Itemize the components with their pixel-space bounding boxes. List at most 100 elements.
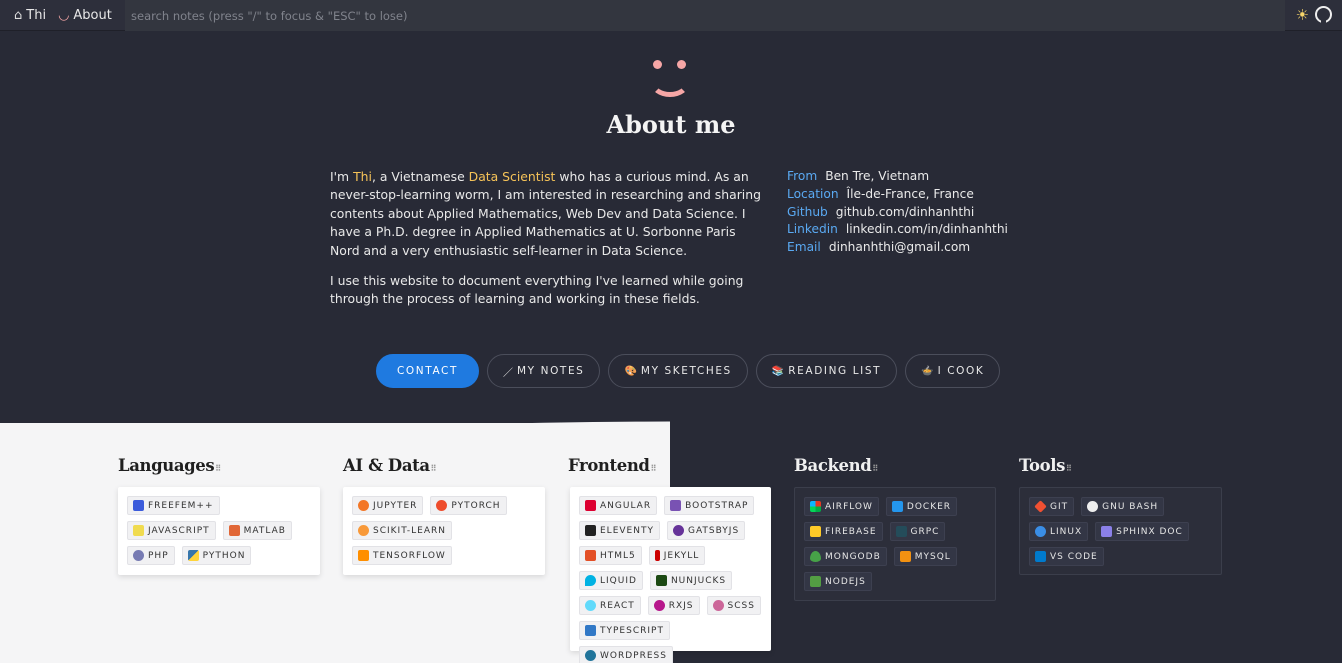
- tag-airflow[interactable]: AIRFLOW: [804, 497, 879, 516]
- bootstrap-icon: [670, 500, 682, 511]
- tag-label: RXJS: [668, 600, 694, 611]
- tag-rxjs[interactable]: RXJS: [647, 596, 700, 615]
- my-sketches-button[interactable]: 🎨 MY SKETCHES: [608, 354, 748, 388]
- tag-angular[interactable]: ANGULAR: [579, 496, 658, 515]
- tag-grpc[interactable]: GRPC: [889, 522, 946, 541]
- tag-gatsbyjs[interactable]: GATSBYJS: [666, 521, 746, 540]
- info-row-github: Github github.com/dinhanhthi: [787, 204, 1008, 222]
- tag-linux[interactable]: LINUX: [1029, 522, 1089, 541]
- tag-label: WORDPRESS: [600, 650, 667, 661]
- my-notes-button[interactable]: ／ MY NOTES: [487, 354, 601, 388]
- tag-eleventy[interactable]: ELEVENTY: [579, 521, 660, 540]
- tag-react[interactable]: REACT: [579, 596, 641, 615]
- info-value[interactable]: dinhanhthi@gmail.com: [829, 240, 970, 254]
- tag-python[interactable]: PYTHON: [181, 546, 252, 565]
- home-link[interactable]: ⌂ Thi: [0, 0, 52, 31]
- tag-label: NODEJS: [825, 576, 866, 587]
- tools-box: GIT GNU BASH LINUX SPHINX DOC VS CODE: [1019, 487, 1222, 575]
- tag-php[interactable]: PHP: [127, 546, 175, 565]
- tag-firebase[interactable]: FIREBASE: [804, 522, 883, 541]
- tag-mongodb[interactable]: MONGODB: [804, 547, 887, 566]
- reading-list-label: READING LIST: [788, 365, 882, 377]
- tag-label: REACT: [600, 600, 635, 611]
- firebase-icon: [810, 526, 821, 537]
- tag-matlab[interactable]: MATLAB: [222, 521, 292, 540]
- i-cook-label: I COOK: [937, 365, 985, 377]
- category-label: Frontend: [568, 456, 650, 475]
- typescript-icon: [585, 625, 596, 636]
- tag-typescript[interactable]: TYPESCRIPT: [579, 621, 670, 640]
- page-title: About me: [606, 110, 736, 139]
- tag-vs-code[interactable]: VS CODE: [1029, 547, 1104, 566]
- languages-box: FREEFEM++ JAVASCRIPT MATLAB PHP PYTHON: [118, 487, 320, 575]
- tag-docker[interactable]: DOCKER: [885, 497, 958, 516]
- info-list: From Ben Tre, Vietnam Location Île-de-Fran…: [787, 168, 1008, 257]
- matlab-icon: [228, 525, 240, 536]
- html5-icon: [585, 550, 596, 561]
- tag-nunjucks[interactable]: NUNJUCKS: [649, 571, 733, 590]
- dots-icon: ⠿: [650, 464, 657, 473]
- info-row-email: Email dinhanhthi@gmail.com: [787, 239, 1008, 257]
- tag-label: FIREBASE: [825, 526, 877, 537]
- info-value: Ben Tre, Vietnam: [825, 169, 930, 183]
- tag-label: LIQUID: [600, 575, 637, 586]
- tag-jekyll[interactable]: JEKYLL: [648, 546, 706, 565]
- freefem-icon: [133, 500, 144, 511]
- intro-name: Thi: [353, 169, 372, 184]
- tag-sphinx-doc[interactable]: SPHINX DOC: [1095, 522, 1189, 541]
- smiley-mouth: [650, 67, 690, 97]
- info-key: Github: [787, 204, 828, 219]
- docker-icon: [891, 501, 903, 512]
- intro-pre: I'm: [330, 169, 354, 184]
- info-value[interactable]: linkedin.com/in/dinhanhthi: [846, 222, 1008, 236]
- tag-mysql[interactable]: MYSQL: [893, 547, 957, 566]
- tag-label: MONGODB: [825, 551, 881, 562]
- tag-jupyter[interactable]: JUPYTER: [352, 496, 424, 515]
- mongodb-icon: [810, 551, 821, 562]
- about-link[interactable]: ◡ About: [52, 0, 118, 31]
- info-value[interactable]: github.com/dinhanhthi: [836, 205, 974, 219]
- vs-code-icon: [1035, 551, 1046, 562]
- dots-icon: ⠿: [215, 464, 222, 473]
- intro-paragraph-2: I use this website to document everythin…: [330, 273, 744, 307]
- info-key: Email: [787, 240, 821, 255]
- my-notes-label: MY NOTES: [517, 365, 585, 377]
- tag-bootstrap[interactable]: BOOTSTRAP: [664, 496, 755, 515]
- tag-git[interactable]: GIT: [1029, 497, 1075, 516]
- git-icon: [1034, 500, 1047, 513]
- tag-label: PHP: [148, 550, 169, 561]
- tag-label: TENSORFLOW: [373, 550, 446, 561]
- rxjs-icon: [653, 600, 665, 611]
- tag-pytorch[interactable]: PYTORCH: [430, 496, 507, 515]
- dots-icon: ⠿: [430, 464, 437, 473]
- tag-label: GATSBYJS: [687, 525, 740, 536]
- tag-javascript[interactable]: JAVASCRIPT: [127, 521, 216, 540]
- search-input[interactable]: [125, 0, 1285, 31]
- sun-icon[interactable]: ☀: [1296, 6, 1309, 24]
- wave-divider: [0, 421, 670, 427]
- category-label: AI & Data: [343, 456, 430, 475]
- tag-liquid[interactable]: LIQUID: [579, 571, 643, 590]
- reading-list-button[interactable]: 📚 READING LIST: [755, 354, 898, 388]
- tag-html5[interactable]: HTML5: [579, 546, 642, 565]
- tag-tensorflow[interactable]: TENSORFLOW: [352, 546, 452, 565]
- tag-freefem[interactable]: FREEFEM++: [127, 496, 220, 515]
- jupyter-icon: [358, 500, 369, 511]
- tag-scikit-learn[interactable]: SCIKIT-LEARN: [352, 521, 452, 540]
- tag-label: FREEFEM++: [148, 500, 214, 511]
- tag-label: SCIKIT-LEARN: [373, 525, 446, 536]
- tag-wordpress[interactable]: WORDPRESS: [579, 646, 673, 663]
- github-icon[interactable]: [1315, 6, 1332, 23]
- tag-label: SCSS: [727, 600, 755, 611]
- frontend-box: ANGULAR BOOTSTRAP ELEVENTY GATSBYJS HTML…: [570, 487, 771, 663]
- tag-scss[interactable]: SCSS: [706, 596, 761, 615]
- i-cook-button[interactable]: 🍲 I COOK: [905, 354, 1001, 388]
- tag-label: PYTHON: [202, 550, 246, 561]
- tag-label: SPHINX DOC: [1116, 526, 1183, 537]
- tag-gnu-bash[interactable]: GNU BASH: [1081, 497, 1165, 516]
- tag-label: ELEVENTY: [600, 525, 654, 536]
- tag-label: GRPC: [910, 526, 940, 537]
- tensorflow-icon: [358, 550, 369, 561]
- tag-nodejs[interactable]: NODEJS: [804, 572, 872, 591]
- contact-button[interactable]: CONTACT: [376, 354, 479, 388]
